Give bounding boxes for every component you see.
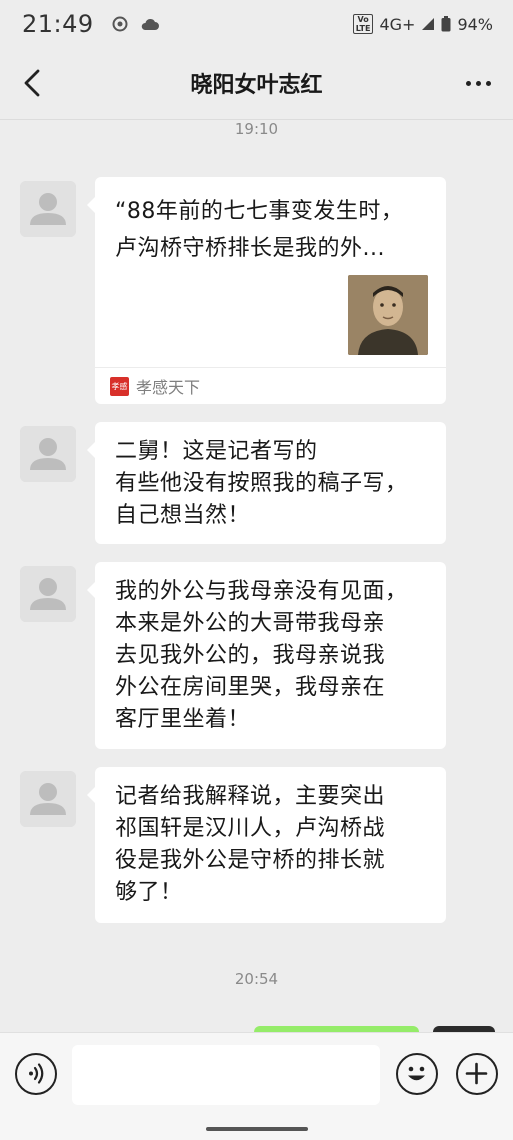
message-bubble[interactable]: 记者给我解释说，主要突出 祁国轩是汉川人，卢沟桥战 役是我外公是守桥的排长就 够… — [87, 767, 446, 923]
plus-button[interactable] — [456, 1053, 498, 1095]
home-indicator — [206, 1127, 308, 1131]
portrait-image — [348, 275, 428, 355]
message-line: 自己想当然！ — [115, 503, 251, 528]
status-bar: 21:49 Vo LTE 4G+ 94% — [0, 0, 513, 48]
more-dots-icon[interactable] — [461, 70, 495, 96]
message-line: 有些他没有按照我的稿子写， — [115, 471, 408, 496]
source-logo: 孝感 — [110, 376, 129, 396]
message-line: 外公在房间里哭，我母亲在 — [115, 675, 386, 700]
chat-title: 晓阳女叶志红 — [190, 73, 323, 98]
message-line: 客厅里坐着！ — [115, 707, 251, 732]
default-avatar-icon — [20, 566, 76, 622]
battery-icon — [441, 16, 451, 32]
message-line: 本来是外公的大哥带我母亲 — [115, 611, 386, 636]
volte-icon: Vo LTE — [352, 14, 374, 34]
timestamp: 20:54 — [234, 970, 279, 988]
status-right: Vo LTE 4G+ 94% — [352, 14, 493, 34]
message-line: 够了！ — [115, 880, 183, 905]
signal-icon — [422, 18, 435, 30]
avatar[interactable] — [20, 181, 76, 237]
message-text: 记者给我解释说，主要突出 祁国轩是汉川人，卢沟桥战 役是我外公是守桥的排长就 够… — [115, 767, 426, 909]
message-text: 我的外公与我母亲没有见面， 本来是外公的大哥带我母亲 去见我外公的，我母亲说我 … — [115, 562, 426, 736]
cloud-icon — [141, 18, 159, 30]
emoji-icon — [408, 1066, 425, 1081]
message-bubble[interactable]: 二舅！这是记者写的 有些他没有按照我的稿子写， 自己想当然！ — [87, 422, 446, 544]
avatar[interactable] — [20, 566, 76, 622]
notification-icons — [112, 16, 160, 32]
avatar[interactable] — [20, 771, 76, 827]
source-name: 孝感天下 — [136, 378, 201, 397]
default-avatar-icon — [20, 181, 76, 237]
input-bar — [0, 1032, 513, 1140]
message-text: 二舅！这是记者写的 有些他没有按照我的稿子写， 自己想当然！ — [115, 422, 426, 532]
message-line: 祁国轩是汉川人，卢沟桥战 — [115, 816, 386, 841]
status-time: 21:49 — [22, 10, 94, 38]
card-title-line: 卢沟桥守桥排长是我的外... — [115, 236, 385, 261]
message-line: 记者给我解释说，主要突出 — [115, 784, 386, 809]
back-chevron-icon[interactable] — [18, 68, 48, 98]
message-input[interactable] — [72, 1045, 380, 1105]
card-title-line: “88年前的七七事变发生时， — [115, 199, 404, 224]
message-line: 我的外公与我母亲没有见面， — [115, 579, 408, 604]
message-line: 去见我外公的，我母亲说我 — [115, 643, 386, 668]
avatar[interactable] — [20, 426, 76, 482]
card-thumbnail-photo — [348, 275, 428, 355]
chrome-icon — [112, 16, 128, 32]
plus-icon — [465, 1062, 488, 1085]
default-avatar-icon — [20, 771, 76, 827]
message-line: 二舅！这是记者写的 — [115, 439, 318, 464]
card-source: 孝感 孝感天下 — [95, 367, 446, 404]
message-bubble[interactable]: 我的外公与我母亲没有见面， 本来是外公的大哥带我母亲 去见我外公的，我母亲说我 … — [87, 562, 446, 749]
article-card[interactable]: “88年前的七七事变发生时， 卢沟桥守桥排长是我的外... 孝感 孝感天下 — [87, 177, 446, 404]
voice-icon — [29, 1063, 44, 1084]
emoji-button[interactable] — [396, 1053, 438, 1095]
message-line: 役是我外公是守桥的排长就 — [115, 848, 386, 873]
nav-bar: 晓阳女叶志红 — [0, 48, 513, 118]
timestamp: 19:10 — [234, 120, 279, 138]
default-avatar-icon — [20, 426, 76, 482]
network-label: 4G+ — [379, 14, 416, 34]
voice-button[interactable] — [15, 1053, 57, 1095]
battery-percent: 94% — [457, 14, 493, 34]
